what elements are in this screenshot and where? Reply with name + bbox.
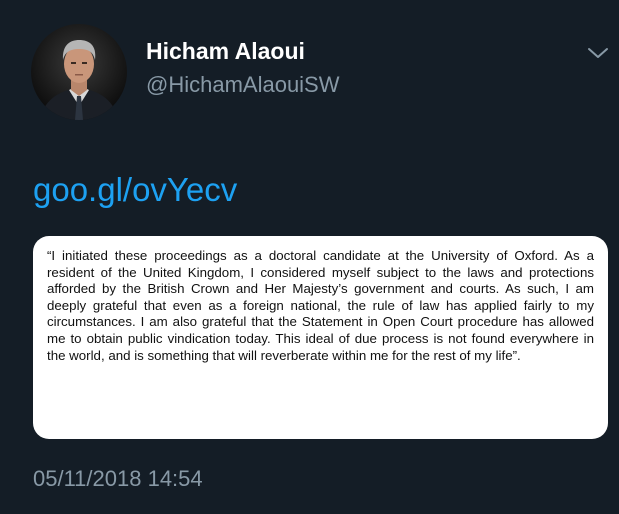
chevron-down-icon[interactable]: [586, 44, 610, 62]
quote-text: “I initiated these proceedings as a doct…: [47, 248, 594, 363]
user-handle[interactable]: @HichamAlaouiSW: [146, 72, 340, 98]
display-name[interactable]: Hicham Alaoui: [146, 38, 305, 65]
tweet-link[interactable]: goo.gl/ovYecv: [33, 171, 237, 209]
tweet-timestamp: 05/11/2018 14:54: [33, 466, 203, 491]
quote-image-card[interactable]: “I initiated these proceedings as a doct…: [33, 236, 608, 439]
avatar[interactable]: [31, 24, 127, 120]
